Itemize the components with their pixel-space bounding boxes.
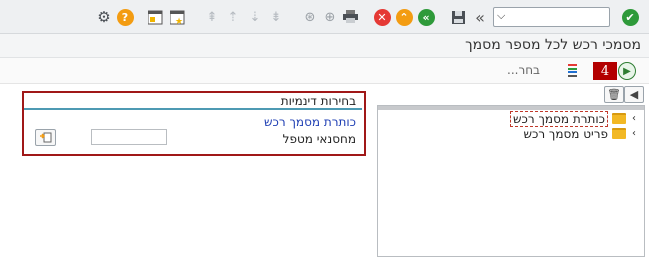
annotation-badge: 4 <box>593 62 617 80</box>
tree-panel: › כותרת מסמך רכש › פריט מסמך רכש <box>377 105 645 257</box>
check-icon[interactable]: ✔ <box>621 8 639 26</box>
chevron-right-icon[interactable]: › <box>630 128 638 139</box>
exit-icon[interactable]: ⌃ <box>395 8 413 26</box>
last-page-icon[interactable]: ⇟ <box>267 8 285 26</box>
settings-icon[interactable]: ⚙ <box>95 8 113 26</box>
find-next-icon[interactable]: ⊕ <box>321 8 339 26</box>
header-underline <box>24 108 362 110</box>
find-icon[interactable]: ⊛ <box>301 8 319 26</box>
print-icon[interactable] <box>341 8 359 26</box>
save-icon[interactable] <box>449 8 467 26</box>
tree-item-label: כותרת מסמך רכש <box>510 110 608 127</box>
multiple-selection-icon <box>40 132 52 143</box>
page-title: מסמכי רכש לכל מספר מסמך <box>465 37 641 53</box>
back-icon[interactable]: « <box>417 8 435 26</box>
dynamic-selections-title: בחירות דינמיות <box>280 94 356 108</box>
shortcut-icon[interactable]: ★ <box>169 8 187 26</box>
tree-item-label: פריט מסמך רכש <box>523 126 608 141</box>
first-page-icon[interactable]: ⇞ <box>203 8 221 26</box>
section-subtitle: כותרת מסמך רכש <box>264 115 356 129</box>
dropdown-icon[interactable]: ⌵ <box>497 9 505 23</box>
system-toolbar: ✔ ⌵ « « ⌃ ✕ ⊕ ⊛ ⇟ ⇣ ⇡ ⇞ ★ ? ⚙ <box>0 0 649 34</box>
fast-forward-icon[interactable]: « <box>471 8 489 27</box>
title-bar: מסמכי רכש לכל מספר מסמך <box>0 34 649 58</box>
trash-icon: 🗑 <box>607 88 621 101</box>
chevron-right-icon[interactable]: › <box>630 113 638 124</box>
execute-icon[interactable]: ▶ <box>618 62 636 80</box>
select-columns-icon[interactable] <box>568 64 577 77</box>
tree-item-header[interactable]: › כותרת מסמך רכש <box>510 110 638 127</box>
cancel-icon[interactable]: ✕ <box>373 8 391 26</box>
panel-divider <box>378 106 644 110</box>
multiple-selection-button[interactable] <box>35 129 56 146</box>
next-page-icon[interactable]: ⇣ <box>246 8 264 26</box>
previous-page-icon[interactable]: ⇡ <box>224 8 242 26</box>
svg-text:★: ★ <box>175 17 183 25</box>
field-label: מחסנאי מטפל <box>282 132 356 146</box>
help-icon[interactable]: ? <box>116 8 134 26</box>
command-field[interactable]: ⌵ <box>493 7 610 27</box>
application-toolbar: ▶ 4 בחר... <box>0 58 649 84</box>
folder-icon <box>612 128 626 139</box>
collapse-panel-button[interactable]: ◀ <box>624 86 644 103</box>
purchasing-group-input[interactable] <box>91 129 167 145</box>
new-session-icon[interactable] <box>147 8 165 26</box>
delete-button[interactable]: 🗑 <box>604 86 624 103</box>
dynamic-selections-box: בחירות דינמיות כותרת מסמך רכש מחסנאי מטפ… <box>22 91 366 156</box>
choose-button[interactable]: בחר... <box>507 63 540 77</box>
folder-icon <box>612 113 626 124</box>
tree-item-line[interactable]: › פריט מסמך רכש <box>523 126 638 141</box>
